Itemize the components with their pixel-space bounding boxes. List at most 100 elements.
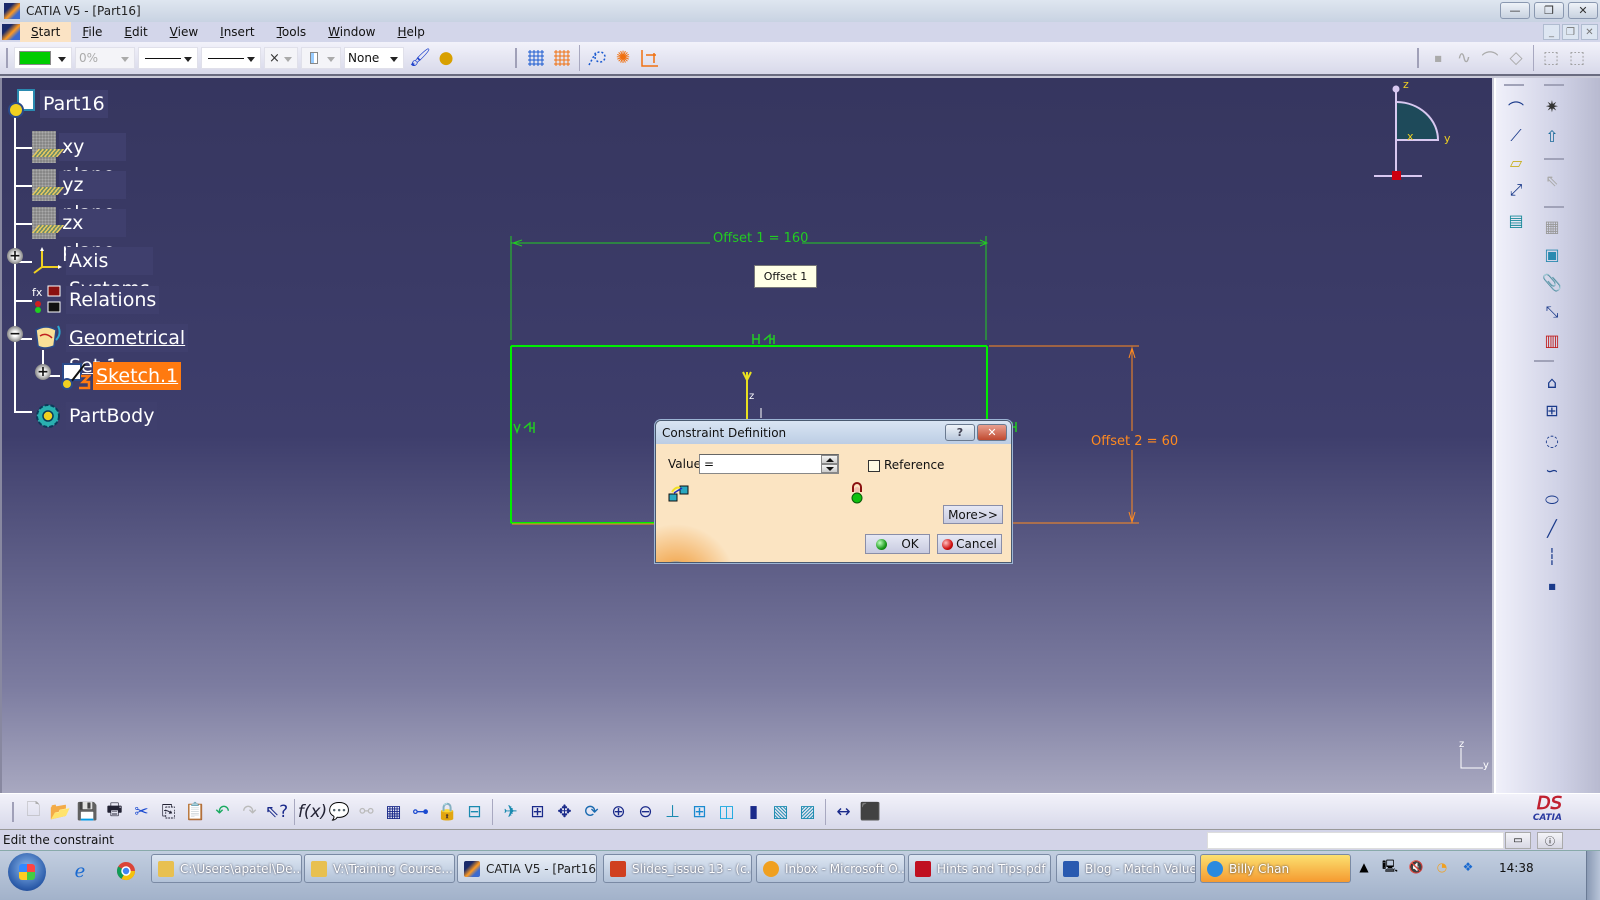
layer-filter-select[interactable] — [301, 47, 341, 69]
tree-label-axis-systems[interactable]: Axis Systems — [66, 247, 153, 300]
constraint-dialog-icon[interactable]: ▦ — [1540, 214, 1564, 238]
constraint-icon[interactable]: ▣ — [1540, 242, 1564, 266]
measure-between-icon[interactable] — [668, 484, 690, 502]
iso-view-icon[interactable]: ◫ — [713, 799, 740, 825]
compass-icon[interactable]: z y x — [1362, 78, 1472, 188]
line-thickness-select[interactable] — [138, 47, 198, 69]
project-3d-icon[interactable]: ▤ — [1504, 208, 1528, 232]
tree-item-zx-plane[interactable]: zx plane — [32, 207, 126, 262]
show-hidden-icons[interactable]: ▲ — [1356, 859, 1372, 875]
snap-to-point-icon[interactable] — [549, 45, 575, 71]
taskbar-item-catia[interactable]: CATIA V5 - [Part16] — [457, 854, 597, 883]
collapse-geometrical-set[interactable]: − — [7, 326, 23, 342]
menu-file[interactable]: File — [71, 22, 113, 42]
spline-icon[interactable]: ∽ — [1540, 458, 1564, 482]
construction-element-icon[interactable] — [584, 45, 610, 71]
network-icon[interactable]: 🖳 — [1382, 859, 1398, 875]
trim-icon[interactable]: ▱ — [1504, 150, 1528, 174]
spin-up-button[interactable] — [821, 455, 838, 464]
rotate-icon[interactable]: ⟳ — [578, 799, 605, 825]
close-button[interactable]: ✕ — [1568, 2, 1598, 19]
3d-viewport[interactable]: z Offset 1 = 160 Offset 2 = 60 Offset 1 … — [0, 78, 1492, 793]
toolbar-grip[interactable] — [1417, 48, 1419, 68]
more-button[interactable]: More>> — [943, 505, 1003, 524]
windows-start-button[interactable] — [8, 853, 46, 891]
taskbar-item-pdf[interactable]: Hints and Tips.pdf ... — [908, 854, 1051, 883]
zoom-out-icon[interactable]: ⊖ — [632, 799, 659, 825]
rules-icon[interactable]: ⊟ — [461, 799, 488, 825]
chrome-icon[interactable] — [114, 859, 138, 883]
measure-icon[interactable]: ↔ — [830, 799, 857, 825]
value-input[interactable] — [699, 454, 839, 474]
grid-icon[interactable] — [523, 45, 549, 71]
geometrical-constraints-icon[interactable]: ✺ — [610, 45, 636, 71]
offset-1-label[interactable]: Offset 1 = 160 — [713, 231, 808, 246]
tree-label-geometrical-set-1[interactable]: Geometrical Set.1 — [66, 324, 189, 377]
point-icon[interactable]: ■ — [1540, 574, 1564, 598]
ok-button[interactable]: OK — [865, 534, 930, 554]
sketch-plane-icon[interactable]: ⇧ — [1540, 124, 1564, 148]
rectangle-icon[interactable]: ⊞ — [1540, 398, 1564, 422]
menu-view[interactable]: View — [159, 22, 209, 42]
save-icon[interactable]: 💾 — [74, 799, 101, 825]
normal-view-icon[interactable]: ⊥ — [659, 799, 686, 825]
fly-mode-icon[interactable]: ✈ — [497, 799, 524, 825]
taskbar-item-word[interactable]: Blog - Match Value... — [1056, 854, 1196, 883]
lock-icon[interactable]: 🔒 — [434, 799, 461, 825]
chamfer-icon[interactable]: ⟋ — [1504, 124, 1528, 148]
axis-icon[interactable]: ┆ — [1540, 544, 1564, 568]
info-button[interactable]: ⓘ — [1537, 832, 1563, 849]
clock[interactable]: 14:38 — [1499, 861, 1534, 875]
tree-label-part16[interactable]: Part16 — [40, 90, 108, 118]
zoom-in-icon[interactable]: ⊕ — [605, 799, 632, 825]
print-icon[interactable]: 🖶 — [101, 799, 128, 825]
doc-minimize-button[interactable]: _ — [1543, 24, 1560, 40]
shading-icon[interactable]: ▮ — [740, 799, 767, 825]
ellipse-icon[interactable]: ⬭ — [1540, 488, 1564, 512]
painter-icon[interactable]: 🖌 — [407, 45, 433, 71]
dimensional-constraints-icon[interactable] — [636, 45, 662, 71]
dialog-title-bar[interactable]: Constraint Definition ? ✕ — [656, 421, 1011, 444]
tree-label-partbody[interactable]: PartBody — [66, 402, 158, 430]
toolbar-grip[interactable] — [12, 801, 14, 822]
menu-start[interactable]: Start — [20, 22, 72, 42]
taskbar-item-folder-training[interactable]: V:\Training Course... — [304, 854, 455, 883]
animate-constraint-icon[interactable]: ▥ — [1540, 328, 1564, 352]
tree-label-xy-plane[interactable]: xy plane — [58, 133, 126, 186]
minimize-button[interactable]: — — [1500, 2, 1530, 19]
command-list-button[interactable]: ▭ — [1505, 832, 1531, 849]
profile-icon[interactable]: ⌂ — [1540, 370, 1564, 394]
taskbar-item-chat[interactable]: Billy Chan — [1200, 854, 1351, 883]
doc-restore-button[interactable]: ❐ — [1562, 24, 1579, 40]
redo-icon[interactable]: ↷ — [236, 799, 263, 825]
power-input-field[interactable] — [1207, 832, 1504, 849]
multi-view-icon[interactable]: ⊞ — [686, 799, 713, 825]
dialog-help-button[interactable]: ? — [945, 424, 975, 441]
color-select[interactable] — [14, 47, 72, 69]
menu-help[interactable]: Help — [387, 22, 436, 42]
tree-label-sketch-1[interactable]: Sketch.1 — [93, 362, 182, 390]
tree-root-part16[interactable]: Part16 — [6, 88, 108, 120]
tree-item-yz-plane[interactable]: yz plane — [32, 169, 126, 224]
line-type-select[interactable] — [201, 47, 261, 69]
dropbox-icon[interactable]: ❖ — [1460, 859, 1476, 875]
dialog-close-button[interactable]: ✕ — [977, 424, 1007, 441]
offset-2-label[interactable]: Offset 2 = 60 — [1091, 434, 1178, 449]
tree-label-yz-plane[interactable]: yz plane — [59, 171, 126, 224]
menu-insert[interactable]: Insert — [209, 22, 265, 42]
paperclip-icon[interactable]: 📎 — [1540, 270, 1564, 294]
document-icon[interactable] — [2, 24, 20, 40]
reference-checkbox[interactable] — [868, 460, 880, 472]
restore-button[interactable]: ❐ — [1534, 2, 1564, 19]
tree-item-sketch-1[interactable]: Sketch.1 — [59, 360, 182, 392]
doc-close-button[interactable]: ✕ — [1581, 24, 1598, 40]
volume-muted-icon[interactable]: 🔇 — [1408, 859, 1424, 875]
hide-show-icon[interactable]: ▧ — [767, 799, 794, 825]
outlook-tray-icon[interactable]: ◔ — [1434, 859, 1450, 875]
fit-all-icon[interactable]: ⊞ — [524, 799, 551, 825]
value-spinner[interactable] — [821, 455, 838, 473]
ie-icon[interactable]: ℯ — [68, 859, 92, 883]
layer-select[interactable]: None — [344, 47, 404, 69]
spin-down-button[interactable] — [821, 464, 838, 473]
expand-sketch-1[interactable]: + — [35, 364, 51, 380]
